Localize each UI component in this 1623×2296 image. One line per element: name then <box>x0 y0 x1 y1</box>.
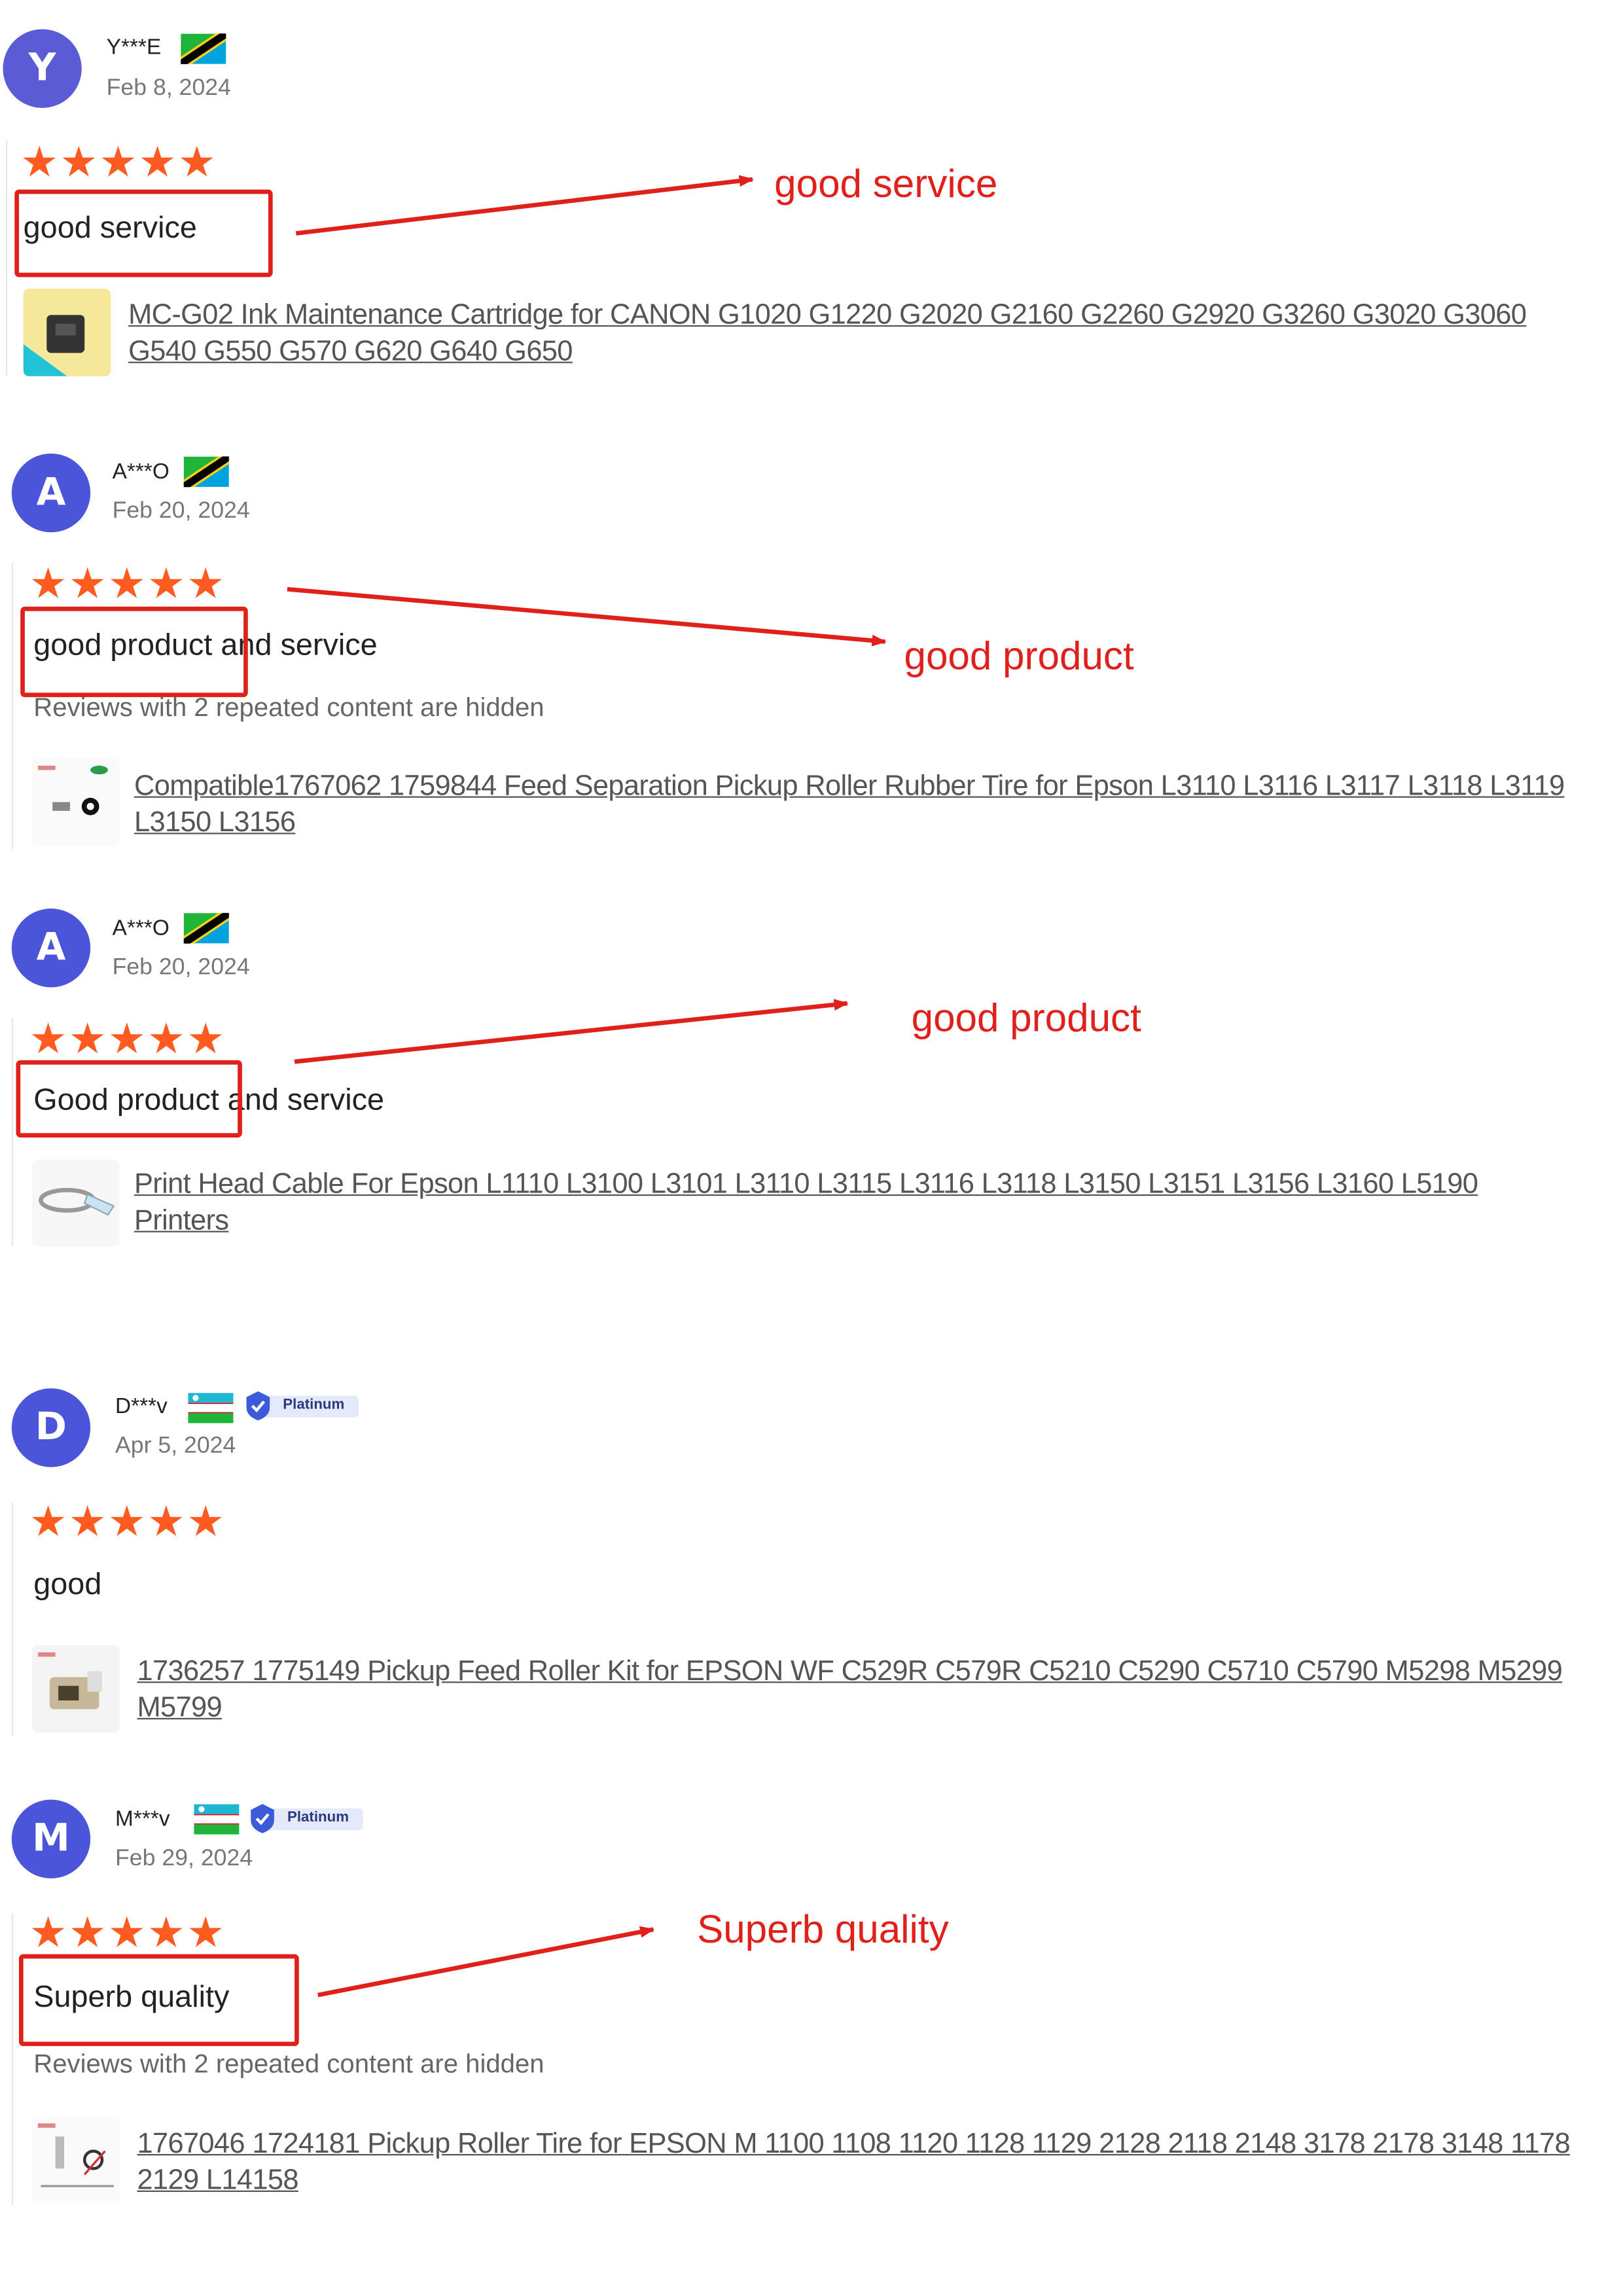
review-screenshot: Y Y***E Feb 8, 2024 ★★★★★ good service M… <box>0 0 1623 2295</box>
annotation-label: good service <box>774 162 998 206</box>
arrow-3 <box>294 999 849 1064</box>
arrow-2 <box>287 586 887 647</box>
arrow-1 <box>295 175 754 236</box>
annotation-label: good product <box>911 996 1141 1040</box>
arrow-4 <box>317 1926 655 1998</box>
annotation-label: Superb quality <box>697 1907 949 1952</box>
annotation-label: good product <box>904 634 1134 679</box>
